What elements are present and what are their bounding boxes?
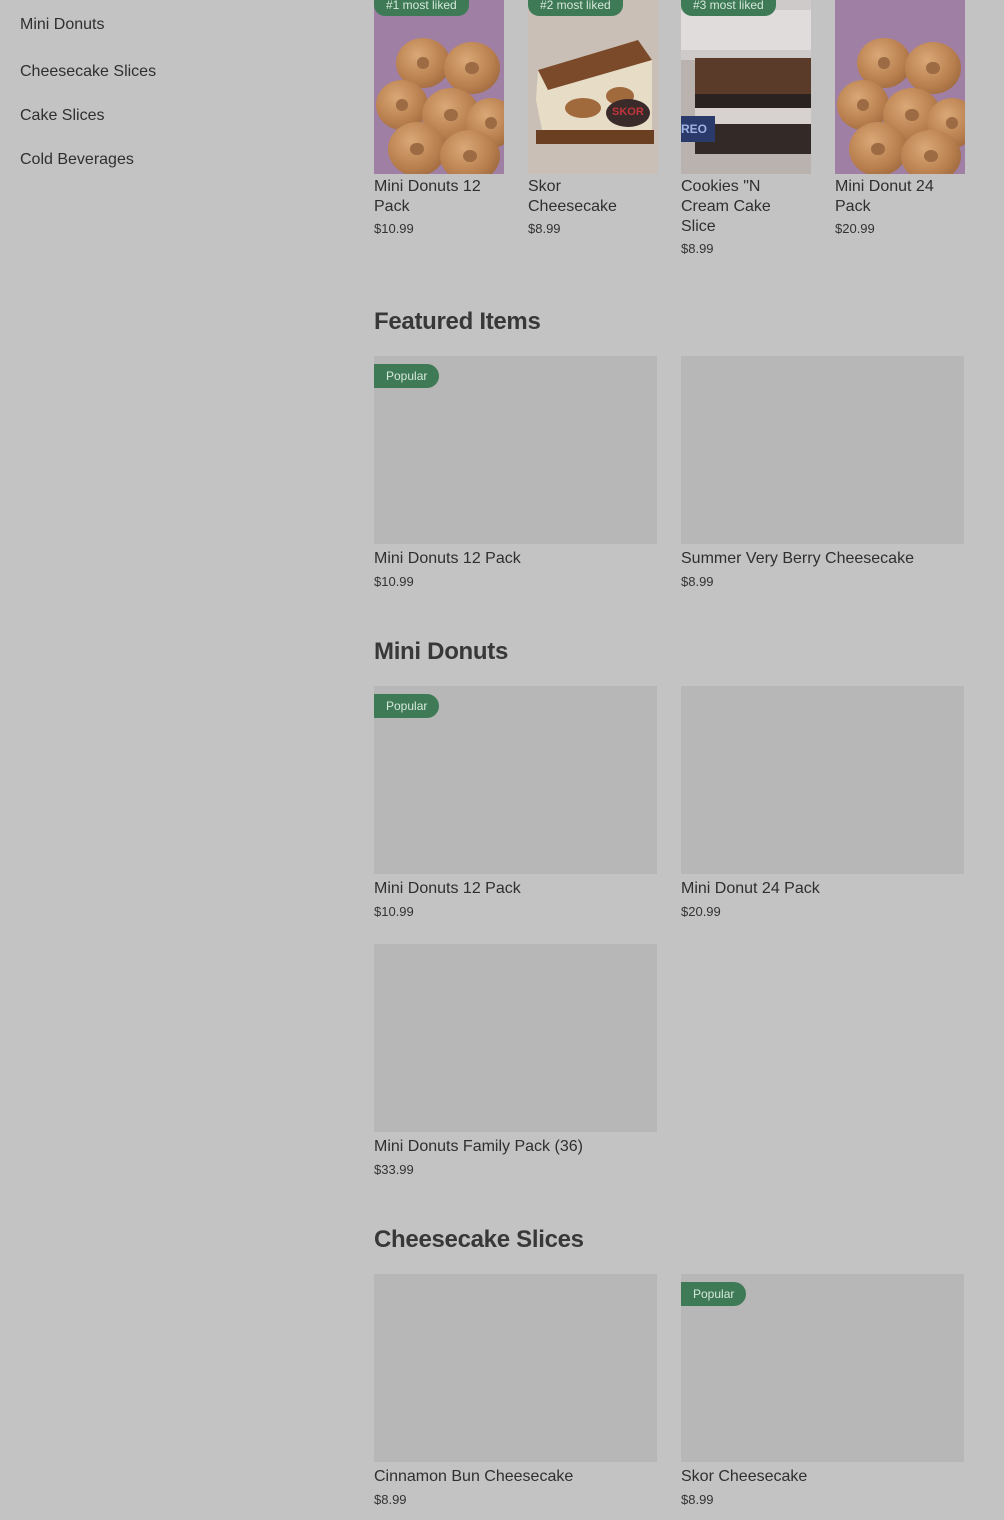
cheesecake-card-2[interactable]: Popular Skor Cheesecake $8.99 xyxy=(681,1274,964,1507)
product-name: Summer Very Berry Cheesecake xyxy=(681,550,914,567)
category-sidebar: Mini Donuts Cheesecake Slices Cake Slice… xyxy=(20,0,320,182)
popular-badge: Popular xyxy=(681,1282,747,1306)
featured-card-2[interactable]: Summer Very Berry Cheesecake $8.99 xyxy=(681,356,964,589)
product-image xyxy=(835,0,965,174)
product-price: $33.99 xyxy=(374,1162,414,1177)
product-image: #1 most liked xyxy=(374,0,504,174)
product-image-placeholder xyxy=(374,1274,657,1462)
product-price: $8.99 xyxy=(681,241,714,256)
product-price: $20.99 xyxy=(835,221,875,236)
product-name: Mini Donuts 12 Pack xyxy=(374,550,521,567)
product-image-placeholder xyxy=(681,356,964,544)
most-liked-card-1[interactable]: #1 most liked Mini Donuts 12 Pack $10.99 xyxy=(374,0,504,236)
product-image-placeholder xyxy=(374,944,657,1132)
product-price: $8.99 xyxy=(681,1492,714,1507)
mini-donuts-card-1[interactable]: Popular Mini Donuts 12 Pack $10.99 xyxy=(374,686,657,919)
product-name: Mini Donuts Family Pack (36) xyxy=(374,1138,583,1155)
product-price: $8.99 xyxy=(528,221,561,236)
product-name: Skor Cheesecake xyxy=(528,178,617,215)
product-price: $8.99 xyxy=(681,574,714,589)
most-liked-card-4[interactable]: Mini Donut 24 Pack $20.99 xyxy=(835,0,965,236)
product-name: Mini Donuts 12 Pack xyxy=(374,178,481,215)
rank-badge: #2 most liked xyxy=(528,0,623,16)
most-liked-card-2[interactable]: #2 most liked SKOR Skor Cheesecake $8.99 xyxy=(528,0,658,236)
mini-donuts-card-2[interactable]: Mini Donut 24 Pack $20.99 xyxy=(681,686,964,919)
sidebar-item-cold-beverages[interactable]: Cold Beverages xyxy=(20,138,320,182)
product-name: Mini Donuts 12 Pack xyxy=(374,880,521,897)
product-name: Mini Donut 24 Pack xyxy=(681,880,820,897)
popular-badge: Popular xyxy=(374,694,440,718)
sidebar-item-cake-slices[interactable]: Cake Slices xyxy=(20,94,320,138)
product-name: Cinnamon Bun Cheesecake xyxy=(374,1468,574,1485)
section-title-mini-donuts: Mini Donuts xyxy=(374,638,509,665)
product-price: $10.99 xyxy=(374,221,414,236)
most-liked-carousel: #1 most liked Mini Donuts 12 Pack $10.99… xyxy=(374,0,965,270)
product-price: $20.99 xyxy=(681,904,721,919)
oreo-logo: REO xyxy=(681,122,708,136)
product-image-placeholder: Popular xyxy=(681,1274,964,1462)
product-image-placeholder: Popular xyxy=(374,686,657,874)
product-image-placeholder: Popular xyxy=(374,356,657,544)
product-image-placeholder xyxy=(681,686,964,874)
product-price: $8.99 xyxy=(374,1492,407,1507)
product-price: $10.99 xyxy=(374,904,414,919)
section-title-featured: Featured Items xyxy=(374,308,541,335)
sidebar-item-cheesecake-slices[interactable]: Cheesecake Slices xyxy=(20,50,320,94)
cheesecake-card-1[interactable]: Cinnamon Bun Cheesecake $8.99 xyxy=(374,1274,657,1507)
featured-card-1[interactable]: Popular Mini Donuts 12 Pack $10.99 xyxy=(374,356,657,589)
product-image: #3 most liked REO xyxy=(681,0,811,174)
product-name: Cookies "N Cream Cake Slice xyxy=(681,178,771,235)
skor-logo: SKOR xyxy=(612,106,644,118)
section-title-cheesecake-slices: Cheesecake Slices xyxy=(374,1226,584,1253)
product-name: Mini Donut 24 Pack xyxy=(835,178,934,215)
most-liked-card-3[interactable]: #3 most liked REO Cookies "N Cream Cake … xyxy=(681,0,811,256)
sidebar-item-mini-donuts[interactable]: Mini Donuts xyxy=(20,0,320,50)
rank-badge: #1 most liked xyxy=(374,0,469,16)
mini-donuts-card-3[interactable]: Mini Donuts Family Pack (36) $33.99 xyxy=(374,944,657,1177)
rank-badge: #3 most liked xyxy=(681,0,776,16)
product-name: Skor Cheesecake xyxy=(681,1468,808,1485)
popular-badge: Popular xyxy=(374,364,440,388)
product-image: #2 most liked SKOR xyxy=(528,0,658,174)
product-price: $10.99 xyxy=(374,574,414,589)
